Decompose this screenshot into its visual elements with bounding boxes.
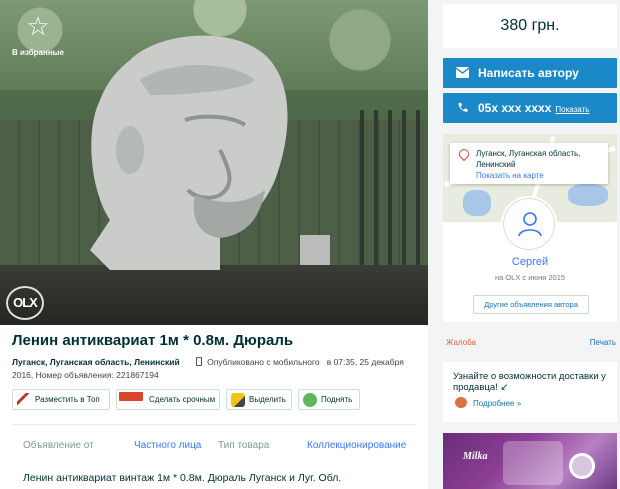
complaint-link[interactable]: Жалоба [446,338,476,347]
listing-photo[interactable]: ☆ В избранные OLX [0,0,428,325]
price: 380 грн. [443,4,617,48]
favorites-label: В избранные [12,48,64,57]
print-link[interactable]: Печать [590,338,616,347]
listing-card: Ленин антиквариат 1м * 0.8м. Дюраль Луга… [0,325,428,489]
pin-top-icon [17,393,31,407]
published-label: Опубликовано с мобильного [207,357,320,367]
highlight-label: Выделить [249,395,286,404]
listing-meta: Луганск, Луганская область, Ленинский Оп… [12,356,412,382]
location-line-2: Ленинский [476,160,516,169]
offer-from-label: Объявление от [23,440,94,451]
seller-since: на OLX с июня 2015 [494,273,566,282]
listing-year-and-id: 2016, Номер объявления: 221867194 [12,370,159,380]
ad-graphic [503,441,563,485]
location-line-1: Луганск, Луганская область, [476,149,581,158]
divider [12,424,416,425]
map-water [568,184,608,206]
listing-location[interactable]: Луганск, Луганская область, Ленинский [12,357,180,367]
delivery-icon [455,397,467,408]
map-water [463,190,491,216]
make-urgent-label: Сделать срочным [149,395,216,404]
background-fence [360,110,428,280]
olx-watermark-logo: OLX [6,286,44,320]
show-on-map-link[interactable]: Показать на карте [476,170,608,181]
write-author-button[interactable]: Написать автору [443,58,617,88]
envelope-icon [456,67,469,78]
highlight-button[interactable]: Выделить [226,389,292,410]
type-value[interactable]: Коллекционирование [307,440,406,451]
location-box: Луганск, Луганская область, Ленинский По… [450,143,608,184]
delivery-box: Узнайте о возможности доставки у продавц… [443,362,617,422]
seller-name[interactable]: Сергей [443,256,617,268]
lenin-bust-image [90,35,330,270]
make-urgent-button[interactable]: Сделать срочным [116,389,220,410]
delivery-more-link[interactable]: Подробнее » [473,399,521,408]
seller-card: Луганск, Луганская область, Ленинский По… [443,134,617,322]
phone-icon [458,102,468,112]
phone-number: 05x xxx xxxx [478,101,552,115]
add-to-favorites[interactable]: ☆ В избранные [6,14,70,66]
refresh-icon [303,393,317,407]
location-pin-icon [456,146,472,162]
listing-title: Ленин антиквариат 1м * 0.8м. Дюраль [12,332,294,349]
mobile-phone-icon [196,357,203,366]
show-phone-link[interactable]: Показать [555,105,589,114]
bump-up-label: Поднять [321,395,353,404]
place-in-top-button[interactable]: Разместить в Топ [12,389,110,410]
other-ads-button[interactable]: Другие объявления автора [473,295,589,314]
urgent-icon [119,392,143,401]
user-icon [518,212,542,237]
delivery-text: Узнайте о возможности доставки у продавц… [453,371,606,393]
published-time: в 07:35, 25 декабря [326,357,404,367]
star-icon: ☆ [26,12,50,42]
avatar[interactable] [503,198,555,250]
milka-logo: Milka [463,451,488,462]
highlight-icon [231,393,245,407]
place-in-top-label: Разместить в Топ [35,395,100,404]
type-label: Тип товара [218,440,270,451]
phone-button[interactable]: 05x xxx xxxx Показать [443,93,617,123]
write-author-label: Написать автору [478,66,579,80]
listing-description: Ленин антиквариат винтаж 1м * 0.8м. Дюра… [23,472,342,484]
ad-graphic [569,453,595,479]
milka-ad-banner[interactable]: Milka [443,433,617,489]
offer-from-value[interactable]: Частного лица [134,440,201,451]
listing-page: ☆ В избранные OLX Ленин антиквариат 1м *… [0,0,620,489]
bump-up-button[interactable]: Поднять [298,389,360,410]
